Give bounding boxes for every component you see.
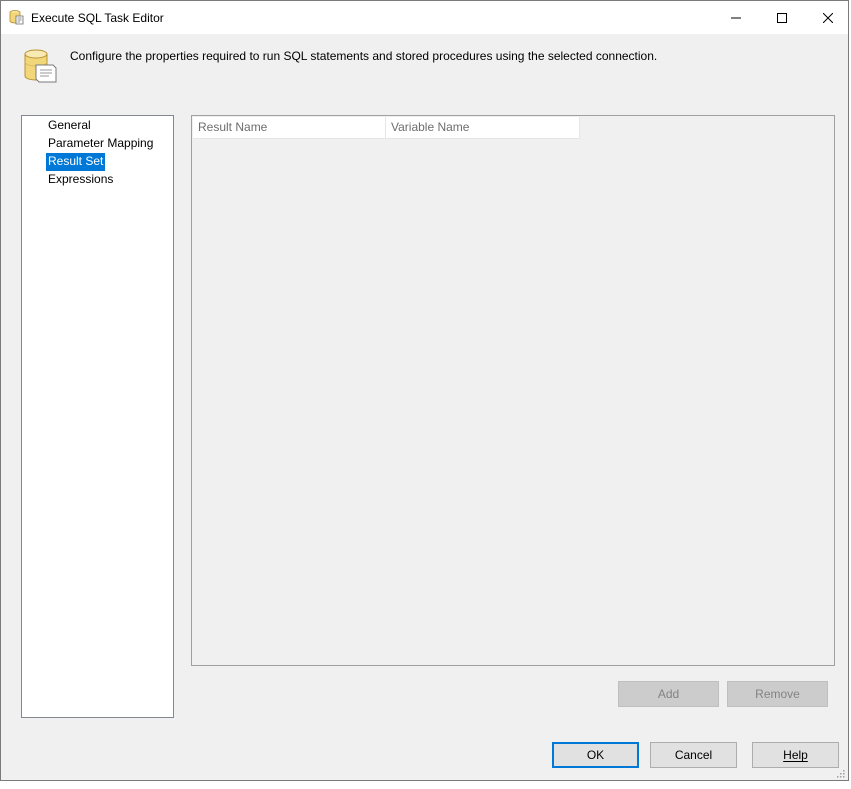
column-header-result-name[interactable]: Result Name [193, 117, 386, 139]
nav-item-general[interactable]: General [46, 117, 93, 135]
database-scroll-icon [22, 48, 58, 86]
nav-item-expressions[interactable]: Expressions [46, 171, 115, 189]
dialog-header: Configure the properties required to run… [1, 34, 848, 94]
minimize-icon [731, 13, 741, 23]
nav-item-parameter-mapping[interactable]: Parameter Mapping [46, 135, 155, 153]
remove-button[interactable]: Remove [727, 681, 828, 707]
minimize-button[interactable] [713, 1, 759, 34]
add-button[interactable]: Add [618, 681, 719, 707]
close-button[interactable] [805, 1, 851, 34]
cancel-button[interactable]: Cancel [650, 742, 737, 768]
resize-grip-icon[interactable] [835, 767, 845, 778]
maximize-icon [777, 12, 787, 23]
sql-task-icon [9, 9, 25, 25]
nav-list: General Parameter Mapping Result Set Exp… [21, 115, 174, 718]
grid-header: Result Name Variable Name [193, 117, 580, 139]
column-header-variable-name[interactable]: Variable Name [386, 117, 580, 139]
dialog-window: Execute SQL Task Editor Configure the pr… [0, 0, 849, 781]
help-button-label: Help [783, 748, 808, 762]
help-button[interactable]: Help [752, 742, 839, 768]
maximize-button[interactable] [759, 1, 805, 34]
close-icon [823, 12, 833, 23]
title-bar[interactable]: Execute SQL Task Editor [1, 1, 848, 34]
window-title: Execute SQL Task Editor [31, 11, 164, 25]
ok-button[interactable]: OK [552, 742, 639, 768]
header-description: Configure the properties required to run… [70, 49, 658, 63]
result-set-grid[interactable]: Result Name Variable Name [191, 115, 835, 666]
nav-item-result-set[interactable]: Result Set [46, 153, 106, 171]
